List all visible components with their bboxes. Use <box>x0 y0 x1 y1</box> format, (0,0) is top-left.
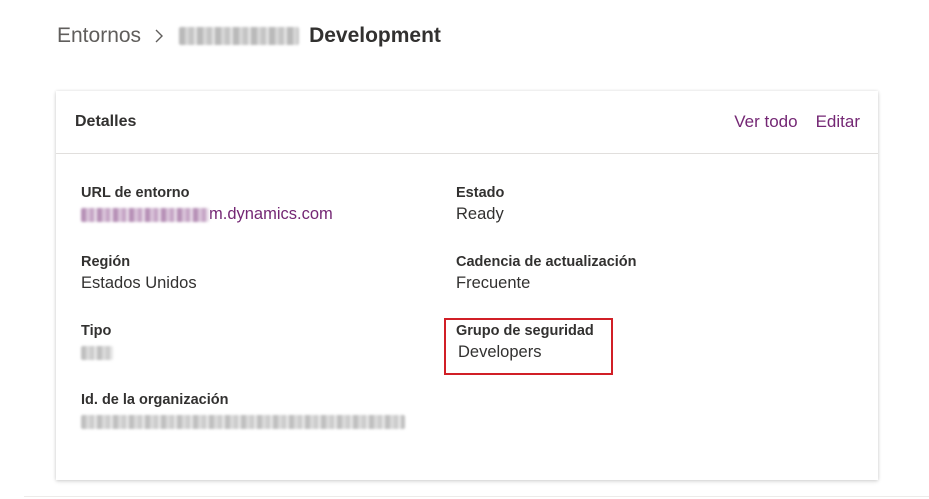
type-label: Tipo <box>81 323 112 339</box>
state-value: Ready <box>456 205 504 223</box>
field-environment-url: URL de entorno m.dynamics.com <box>81 185 333 224</box>
field-state: Estado Ready <box>456 185 504 224</box>
details-card: Detalles Ver todo Editar URL de entorno … <box>56 91 878 480</box>
breadcrumb-environments-link[interactable]: Entornos <box>57 24 141 48</box>
region-label: Región <box>81 254 131 270</box>
edit-link[interactable]: Editar <box>816 112 860 132</box>
organization-id-value <box>81 412 405 431</box>
environment-url-link[interactable]: m.dynamics.com <box>81 205 333 224</box>
view-all-link[interactable]: Ver todo <box>734 112 797 132</box>
type-value <box>81 343 113 362</box>
update-cadence-label: Cadencia de actualización <box>456 254 637 270</box>
organization-id-label: Id. de la organización <box>81 392 229 408</box>
state-label: Estado <box>456 185 505 201</box>
environment-url-label: URL de entorno <box>81 185 190 201</box>
breadcrumb: Entornos Development <box>57 22 441 50</box>
details-card-header: Detalles Ver todo Editar <box>56 91 878 154</box>
details-title: Detalles <box>75 113 137 130</box>
divider <box>24 496 929 497</box>
redacted-type-value <box>81 345 113 360</box>
redacted-organization-id <box>81 414 405 429</box>
field-organization-id: Id. de la organización <box>81 392 405 431</box>
region-value: Estados Unidos <box>81 274 197 292</box>
details-actions: Ver todo Editar <box>734 112 860 132</box>
environment-url-suffix: m.dynamics.com <box>209 205 333 223</box>
page-title: Development <box>309 24 441 47</box>
redacted-url-prefix <box>81 207 209 222</box>
field-region: Región Estados Unidos <box>81 254 197 293</box>
field-type: Tipo <box>81 323 113 362</box>
security-group-highlight <box>444 318 613 375</box>
redacted-environment-name <box>179 27 300 45</box>
chevron-right-icon <box>153 28 165 44</box>
update-cadence-value: Frecuente <box>456 274 531 292</box>
field-update-cadence: Cadencia de actualización Frecuente <box>456 254 637 293</box>
